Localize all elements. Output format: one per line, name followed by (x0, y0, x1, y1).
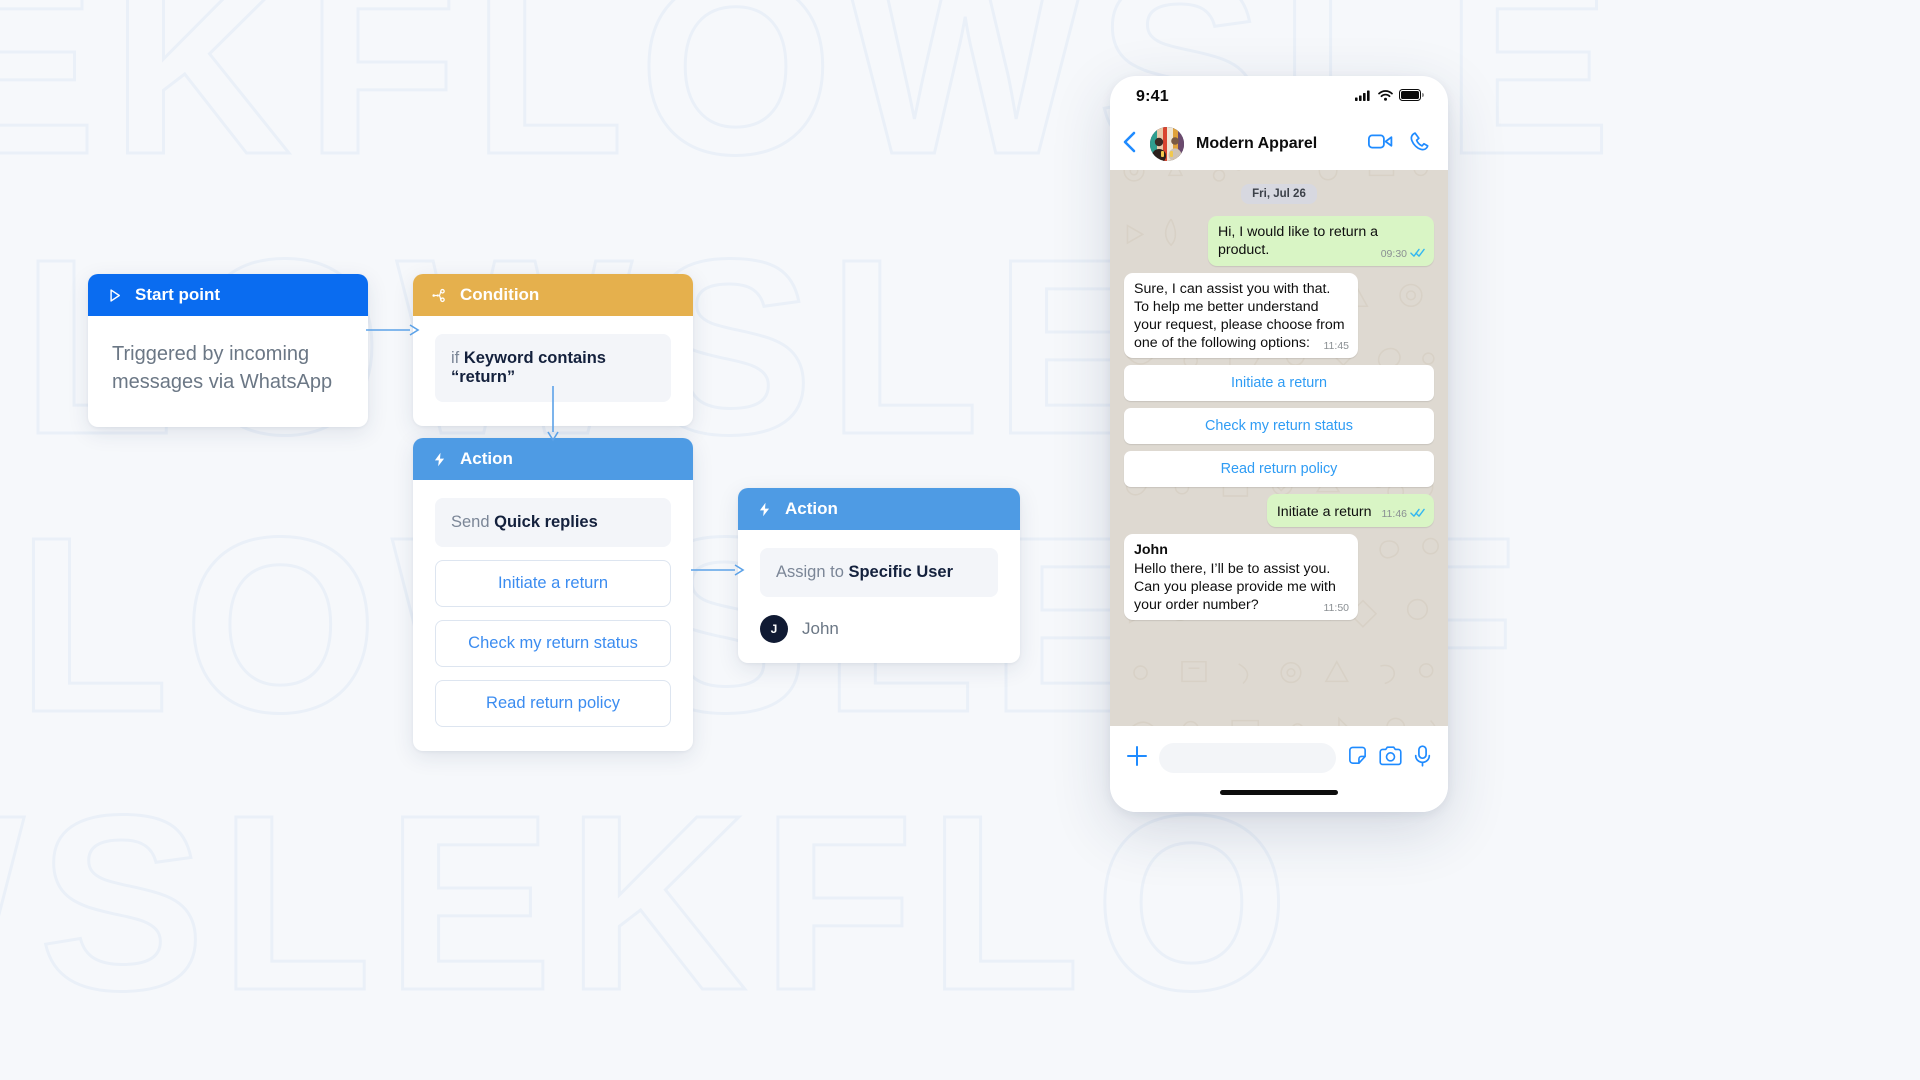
quick-reply-option-2[interactable]: Check my return status (435, 620, 671, 667)
assignee-row[interactable]: J John (760, 615, 998, 643)
avatar: J (760, 615, 788, 643)
node-header: Action (738, 488, 1020, 530)
status-bar: 9:41 (1110, 76, 1448, 118)
plus-icon[interactable] (1126, 745, 1148, 772)
avatar[interactable] (1150, 127, 1184, 161)
message-timestamp: 11:46 (1381, 508, 1408, 521)
message-text: Sure, I can assist you with that. To hel… (1134, 281, 1345, 352)
chat-contact-name: Modern Apparel (1196, 135, 1318, 152)
read-receipt-icon (1410, 247, 1425, 262)
message-bubble-outgoing[interactable]: Hi, I would like to return a product. 09… (1208, 216, 1434, 267)
node-title: Condition (460, 285, 540, 304)
play-icon (106, 287, 123, 304)
node-header: Condition (413, 274, 693, 316)
message-timestamp: 11:50 (1323, 601, 1350, 614)
message-timestamp: 11:45 (1323, 340, 1350, 353)
condition-prefix: if (451, 349, 460, 367)
message-meta: 11:45 (1324, 340, 1350, 353)
cellular-signal-icon (1355, 88, 1372, 106)
message-row: John Hello there, I’ll be to assist you.… (1124, 533, 1434, 620)
message-input-bar (1110, 726, 1448, 790)
action-prefix: Send (451, 513, 490, 531)
message-row: Sure, I can assist you with that. To hel… (1124, 273, 1434, 359)
voice-call-icon[interactable] (1409, 131, 1430, 157)
node-body: Assign to Specific User J John (738, 530, 1020, 663)
quick-reply-option-1[interactable]: Initiate a return (435, 560, 671, 607)
chat-quick-reply-1[interactable]: Initiate a return (1124, 365, 1434, 402)
message-sender-name: John (1134, 541, 1168, 558)
flow-node-action-quick-replies[interactable]: Action Send Quick replies Initiate a ret… (413, 438, 693, 751)
read-receipt-icon (1410, 507, 1425, 522)
start-point-description: Triggered by incoming messages via Whats… (112, 343, 333, 394)
node-header: Action (413, 438, 693, 480)
message-timestamp: 09:30 (1380, 248, 1407, 261)
action-value: Quick replies (494, 513, 598, 531)
phone-mockup: 9:41 Modern Apparel Fri, Jul 26 Hi, I wo… (1110, 76, 1448, 812)
date-separator: Fri, Jul 26 (1241, 184, 1317, 204)
branch-icon (431, 287, 448, 304)
video-call-icon[interactable] (1367, 132, 1393, 156)
message-text: Initiate a return (1276, 503, 1372, 520)
assign-field[interactable]: Assign to Specific User (760, 548, 998, 597)
messages-container: Fri, Jul 26 Hi, I would like to return a… (1124, 184, 1434, 620)
message-meta: 09:30 (1381, 247, 1425, 262)
message-text: Hi, I would like to return a product. (1218, 224, 1379, 259)
message-meta: 11:46 (1382, 507, 1426, 522)
battery-icon (1399, 88, 1424, 106)
home-indicator (1110, 790, 1448, 812)
connector-action-to-action (691, 564, 745, 576)
assign-value: Specific User (848, 563, 954, 581)
flow-node-start-point[interactable]: Start point Triggered by incoming messag… (88, 274, 368, 427)
bolt-icon (431, 451, 448, 468)
back-chevron-icon[interactable] (1120, 130, 1140, 159)
node-body: Triggered by incoming messages via Whats… (88, 316, 368, 427)
action-field[interactable]: Send Quick replies (435, 498, 671, 547)
message-meta: 11:50 (1324, 602, 1350, 615)
node-title: Action (785, 499, 838, 518)
message-input[interactable] (1159, 743, 1336, 773)
message-bubble-incoming[interactable]: John Hello there, I’ll be to assist you.… (1124, 533, 1358, 620)
status-bar-time: 9:41 (1136, 88, 1169, 105)
node-body: Send Quick replies Initiate a return Che… (413, 480, 693, 751)
message-row: Hi, I would like to return a product. 09… (1124, 216, 1434, 267)
node-title: Action (460, 449, 513, 468)
chat-header: Modern Apparel (1110, 118, 1448, 170)
bolt-icon (756, 501, 773, 518)
message-bubble-incoming[interactable]: Sure, I can assist you with that. To hel… (1124, 273, 1358, 359)
assignee-name: John (802, 619, 839, 638)
flow-node-action-assign[interactable]: Action Assign to Specific User J John (738, 488, 1020, 663)
message-text: Hello there, I’ll be to assist you. Can … (1134, 560, 1336, 613)
chat-quick-reply-2[interactable]: Check my return status (1124, 408, 1434, 445)
camera-icon[interactable] (1379, 745, 1402, 771)
connector-condition-to-action (547, 386, 559, 442)
quick-reply-option-3[interactable]: Read return policy (435, 680, 671, 727)
node-header: Start point (88, 274, 368, 316)
chat-quick-reply-3[interactable]: Read return policy (1124, 451, 1434, 488)
flow-canvas: Start point Triggered by incoming messag… (0, 0, 1920, 1080)
connector-start-to-condition (366, 324, 420, 336)
message-row: Initiate a return 11:46 (1124, 494, 1434, 527)
message-bubble-outgoing[interactable]: Initiate a return 11:46 (1266, 494, 1434, 527)
chat-message-list[interactable]: Fri, Jul 26 Hi, I would like to return a… (1110, 170, 1448, 726)
assign-prefix: Assign to (776, 563, 844, 581)
node-title: Start point (135, 285, 220, 304)
microphone-icon[interactable] (1413, 744, 1432, 772)
wifi-icon (1378, 88, 1393, 106)
condition-value: Keyword contains “return” (451, 349, 606, 386)
sticker-icon[interactable] (1347, 745, 1368, 771)
